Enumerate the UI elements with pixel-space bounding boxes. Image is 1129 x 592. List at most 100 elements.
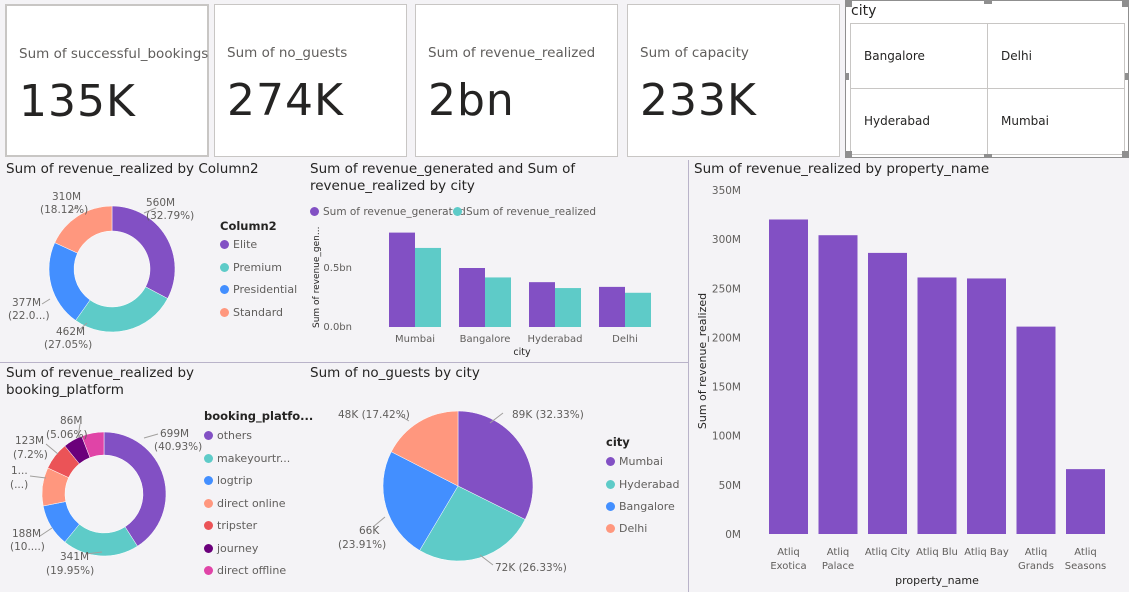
legend-label: Sum of revenue_generated [323, 206, 466, 218]
legend-label: tripster [217, 519, 258, 532]
pie-guests-chart[interactable]: 89K (32.33%) 72K (26.33%) 66K (23.91%) 4… [305, 385, 605, 592]
legend-item-journey[interactable]: journey [204, 542, 258, 555]
city-slicer[interactable]: city Bangalore Delhi Hyderabad Mumbai [845, 0, 1129, 158]
kpi-card-no-guests[interactable]: Sum of no_guests 274K [214, 4, 407, 157]
legend-dot [204, 476, 213, 485]
slicer-item-bangalore[interactable]: Bangalore [851, 24, 988, 89]
legend-item-bangalore[interactable]: Bangalore [606, 500, 675, 513]
y-tick-label: 100M [712, 431, 741, 443]
slice-label: 66K [359, 525, 380, 537]
kpi-card-title: Sum of revenue_realized [428, 45, 596, 61]
legend-dot [606, 524, 615, 533]
slicer-item-delhi[interactable]: Delhi [988, 24, 1125, 89]
resize-handle[interactable] [1122, 151, 1129, 158]
bar-bangalore-generated[interactable] [459, 268, 485, 327]
bar-atliq-exotica[interactable] [769, 219, 808, 534]
resize-handle[interactable] [845, 151, 852, 158]
legend-label: Presidential [233, 283, 298, 296]
legend-item-premium[interactable]: Premium [220, 261, 282, 274]
kpi-card-capacity[interactable]: Sum of capacity 233K [627, 4, 840, 157]
legend-dot [204, 521, 213, 530]
slice-label: (32.79%) [146, 210, 194, 222]
kpi-card-value: 274K [227, 75, 344, 126]
resize-handle[interactable] [845, 0, 852, 7]
legend-item-mumbai[interactable]: Mumbai [606, 455, 663, 468]
kpi-card-successful-bookings[interactable]: Sum of successful_bookings 135K [5, 4, 209, 157]
bar-mumbai-realized[interactable] [415, 247, 441, 327]
legend-title: city [606, 435, 630, 449]
legend-item-others[interactable]: others [204, 429, 252, 442]
legend-label: Mumbai [619, 455, 663, 468]
legend-label: makeyourtr... [217, 452, 291, 465]
kpi-card-title: Sum of capacity [640, 45, 749, 61]
bar-atliq-city[interactable] [868, 252, 907, 534]
slice-label: (7.2%) [13, 449, 48, 461]
leader-line [29, 475, 47, 479]
property-bars-title: Sum of revenue_realized by property_name [694, 161, 990, 177]
legend-label: logtrip [217, 474, 253, 487]
y-tick-label: 300M [712, 234, 741, 246]
bar-delhi-generated[interactable] [599, 286, 625, 327]
legend-dot [220, 240, 229, 249]
bar-atliq-grands[interactable] [1016, 326, 1056, 534]
city-bars-title-line2: revenue_realized by city [310, 178, 475, 194]
bar-mumbai-generated[interactable] [389, 232, 415, 327]
legend-item-logtrip[interactable]: logtrip [204, 474, 253, 487]
resize-handle[interactable] [1122, 0, 1129, 7]
slice-label: (19.95%) [46, 565, 94, 577]
slice-label: 1... [11, 465, 28, 477]
legend-item-delhi[interactable]: Delhi [606, 522, 647, 535]
legend-item-elite[interactable]: Elite [220, 238, 257, 251]
bar-delhi-realized[interactable] [625, 292, 651, 327]
legend-item-revenue-realized[interactable]: Sum of revenue_realized [453, 205, 596, 218]
legend-item-presidential[interactable]: Presidential [220, 283, 297, 296]
y-tick-label: 50M [719, 480, 741, 492]
slicer-item-mumbai[interactable]: Mumbai [988, 89, 1125, 154]
bar-bangalore-realized[interactable] [485, 277, 511, 327]
x-tick-label: Hyderabad [528, 334, 583, 345]
legend-item-revenue-generated[interactable]: Sum of revenue_generated [310, 205, 466, 218]
legend-label: direct offline [217, 564, 287, 577]
x-tick-label: Atliq City [865, 547, 910, 558]
bar-atliq-blu[interactable] [917, 277, 957, 534]
resize-handle[interactable] [984, 154, 992, 158]
legend-label: Bangalore [619, 500, 675, 513]
bar-atliq-bay[interactable] [967, 278, 1006, 534]
slice-label: (10....) [10, 541, 45, 553]
x-tick-label: Exotica [770, 561, 806, 572]
legend-item-tripster[interactable]: tripster [204, 519, 257, 532]
leader-line [39, 527, 53, 537]
bar-hyderabad-realized[interactable] [555, 288, 581, 327]
legend-label: journey [217, 542, 259, 555]
legend-item-hyderabad[interactable]: Hyderabad [606, 478, 680, 491]
donut-platform-title-line2: booking_platform [6, 382, 124, 398]
kpi-card-title: Sum of successful_bookings [19, 46, 209, 62]
slice-label: 341M [60, 551, 89, 563]
legend-item-standard[interactable]: Standard [220, 306, 283, 319]
resize-handle[interactable] [1125, 73, 1129, 80]
slice-presidential[interactable] [48, 242, 91, 321]
x-tick-label: Mumbai [395, 334, 435, 345]
legend-item-direct-offline[interactable]: direct offline [204, 564, 286, 577]
property-bars-chart[interactable]: Sum of revenue_realized 350M 300M 250M 200M… [689, 178, 1129, 592]
slice-label: 72K (26.33%) [495, 562, 567, 574]
x-axis-label: city [513, 347, 531, 358]
slicer-item-hyderabad[interactable]: Hyderabad [851, 89, 988, 154]
legend-item-makeyourtrip[interactable]: makeyourtr... [204, 452, 290, 465]
city-bars-chart[interactable]: Sum of revenue_gen... 0.5bn 0.0bn Mumbai… [305, 220, 685, 360]
bar-atliq-palace[interactable] [818, 235, 858, 534]
bar-hyderabad-generated[interactable] [529, 282, 555, 327]
legend-dot [204, 454, 213, 463]
divider [0, 362, 688, 363]
resize-handle[interactable] [845, 73, 849, 80]
slice-label: 560M [146, 197, 175, 209]
slice-premium[interactable] [75, 286, 168, 333]
kpi-card-revenue-realized[interactable]: Sum of revenue_realized 2bn [415, 4, 618, 157]
y-tick-label: 0.5bn [323, 263, 352, 274]
bar-atliq-seasons[interactable] [1066, 469, 1105, 534]
resize-handle[interactable] [984, 0, 992, 4]
legend-item-direct-online[interactable]: direct online [204, 497, 286, 510]
legend-label: others [217, 429, 253, 442]
slicer-title: city [851, 3, 877, 19]
legend-label: Sum of revenue_realized [466, 206, 597, 218]
